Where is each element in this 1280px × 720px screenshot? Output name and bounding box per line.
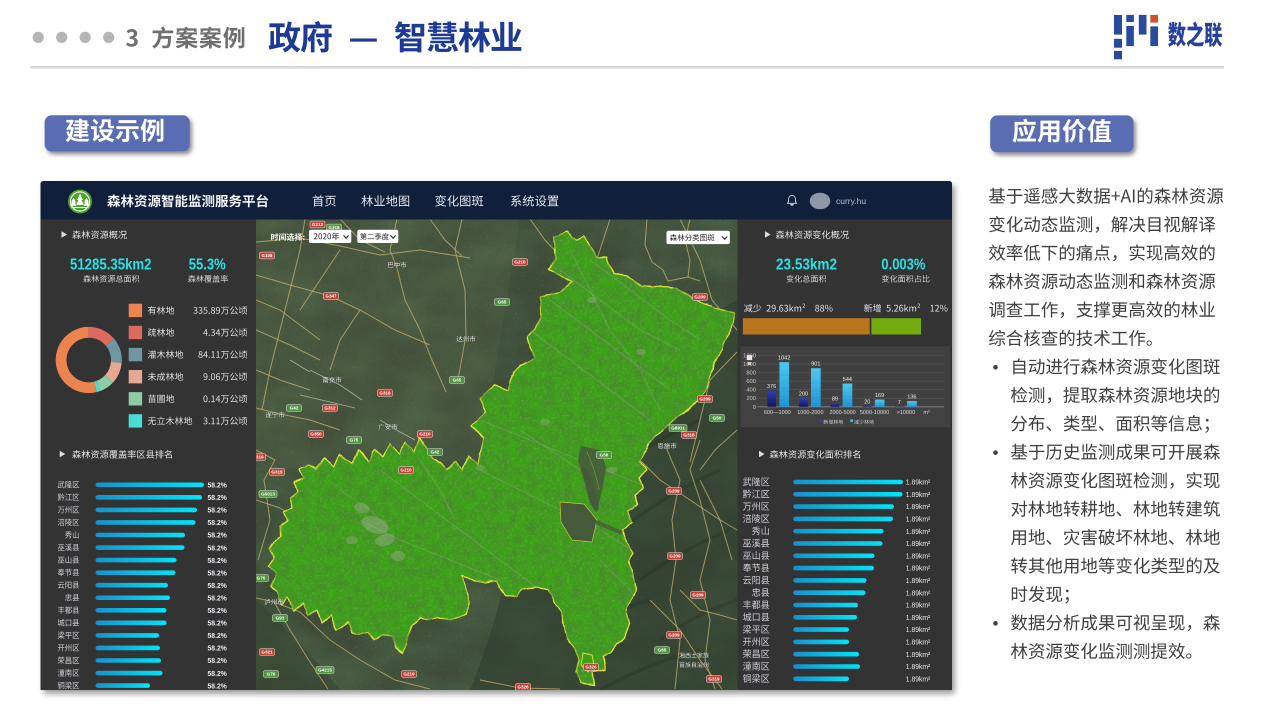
svg-text:G209: G209 [669,554,681,559]
svg-text:544: 544 [843,377,852,383]
svg-text:1.89km²: 1.89km² [906,478,931,487]
svg-text:51285.35km2: 51285.35km2 [70,257,152,274]
svg-text:376: 376 [767,384,776,390]
svg-text:23.53km2: 23.53km2 [776,257,837,274]
svg-text:55.3%: 55.3% [189,257,226,274]
svg-text:600—1000: 600—1000 [764,410,791,416]
svg-text:curry.hu: curry.hu [836,196,866,206]
svg-text:G210: G210 [419,432,431,437]
svg-text:200: 200 [799,392,808,398]
svg-text:G326: G326 [585,665,597,670]
svg-text:1.89km²: 1.89km² [906,551,931,560]
svg-text:600: 600 [746,379,756,385]
svg-text:2000-5000: 2000-5000 [829,410,855,416]
svg-text:1.89km²: 1.89km² [906,576,931,585]
svg-text:G318: G318 [379,391,391,396]
svg-text:800: 800 [746,371,756,377]
svg-text:1.89km²: 1.89km² [906,502,931,511]
svg-text:1.89km²: 1.89km² [906,601,931,610]
svg-text:58.2%: 58.2% [208,619,228,628]
svg-text:20: 20 [864,399,870,405]
svg-text:1.89km²: 1.89km² [906,490,931,499]
svg-text:1.89km²: 1.89km² [906,515,931,524]
svg-text:G210: G210 [514,260,526,265]
svg-text:58.2%: 58.2% [208,631,228,640]
svg-text:1.89km²: 1.89km² [906,638,931,647]
svg-text:58.2%: 58.2% [208,644,228,653]
svg-text:G219: G219 [403,672,415,677]
svg-text:58.2%: 58.2% [208,681,228,690]
svg-text:200: 200 [746,396,756,402]
svg-text:136: 136 [907,394,916,400]
svg-text:1.89km²: 1.89km² [906,662,931,671]
svg-text:G212: G212 [312,222,324,227]
svg-text:1.89km²: 1.89km² [906,650,931,659]
svg-text:G75: G75 [350,438,359,443]
svg-text:58.2%: 58.2% [208,669,228,678]
svg-text:1.89km²: 1.89km² [906,674,931,683]
svg-text:G76: G76 [257,576,266,581]
svg-text:400: 400 [746,388,756,394]
svg-text:G209: G209 [668,633,680,638]
svg-text:1.89km²: 1.89km² [906,539,931,548]
svg-text:1.89km²: 1.89km² [906,564,931,573]
svg-text:58.2%: 58.2% [208,568,228,577]
svg-text:58.2%: 58.2% [208,518,228,527]
svg-text:58.2%: 58.2% [208,543,228,552]
svg-text:G42: G42 [290,406,299,411]
svg-text:G209: G209 [668,489,680,494]
svg-text:58.2%: 58.2% [208,493,228,502]
svg-text:1042: 1042 [778,356,790,362]
svg-text:G209: G209 [694,295,706,300]
svg-text:1.89km²: 1.89km² [906,527,931,536]
svg-text:G347: G347 [325,294,337,299]
svg-text:G50: G50 [600,453,609,458]
svg-text:5000-10000: 5000-10000 [860,410,889,416]
svg-text:G93: G93 [276,616,285,621]
svg-text:G5013: G5013 [261,492,275,497]
svg-text:1.89km²: 1.89km² [906,625,931,634]
svg-text:58.2%: 58.2% [208,581,228,590]
svg-text:58.2%: 58.2% [208,656,228,665]
svg-text:G108: G108 [261,253,273,258]
svg-text:G4215: G4215 [318,668,332,673]
svg-text:58.2%: 58.2% [208,606,228,615]
svg-text:G321: G321 [261,650,273,655]
svg-text:G326: G326 [517,685,529,690]
svg-text:G209: G209 [692,593,704,598]
svg-text:G209: G209 [699,397,711,402]
svg-text:G6911: G6911 [671,426,685,431]
svg-text:G350: G350 [310,432,322,437]
svg-text:58.2%: 58.2% [208,481,228,490]
svg-text:169: 169 [875,393,884,399]
svg-text:1.89km²: 1.89km² [906,613,931,622]
svg-text:m²: m² [923,410,930,416]
svg-text:G50: G50 [713,416,722,421]
svg-text:901: 901 [811,362,820,368]
svg-text:G42: G42 [431,450,440,455]
svg-text:G65: G65 [498,300,507,305]
svg-text:G65: G65 [658,648,667,653]
svg-text:G318: G318 [328,225,340,230]
svg-text:0.003%: 0.003% [881,257,925,274]
svg-text:1.89km²: 1.89km² [906,588,931,597]
svg-text:58.2%: 58.2% [208,506,228,515]
svg-text:G318: G318 [683,433,695,438]
svg-text:G210: G210 [400,468,412,473]
svg-text:0: 0 [753,405,756,411]
svg-text:58.2%: 58.2% [208,593,228,602]
svg-text:58.2%: 58.2% [208,531,228,540]
svg-text:G76: G76 [267,672,276,677]
svg-text:1000-2000: 1000-2000 [797,410,823,416]
svg-text:G312: G312 [324,406,336,411]
svg-text:G319: G319 [271,470,283,475]
svg-text:89: 89 [832,396,838,402]
svg-text:G319: G319 [708,677,720,682]
svg-text:G65: G65 [453,378,462,383]
svg-text:>10000: >10000 [897,410,916,416]
svg-text:7: 7 [898,400,901,406]
svg-text:58.2%: 58.2% [208,556,228,565]
